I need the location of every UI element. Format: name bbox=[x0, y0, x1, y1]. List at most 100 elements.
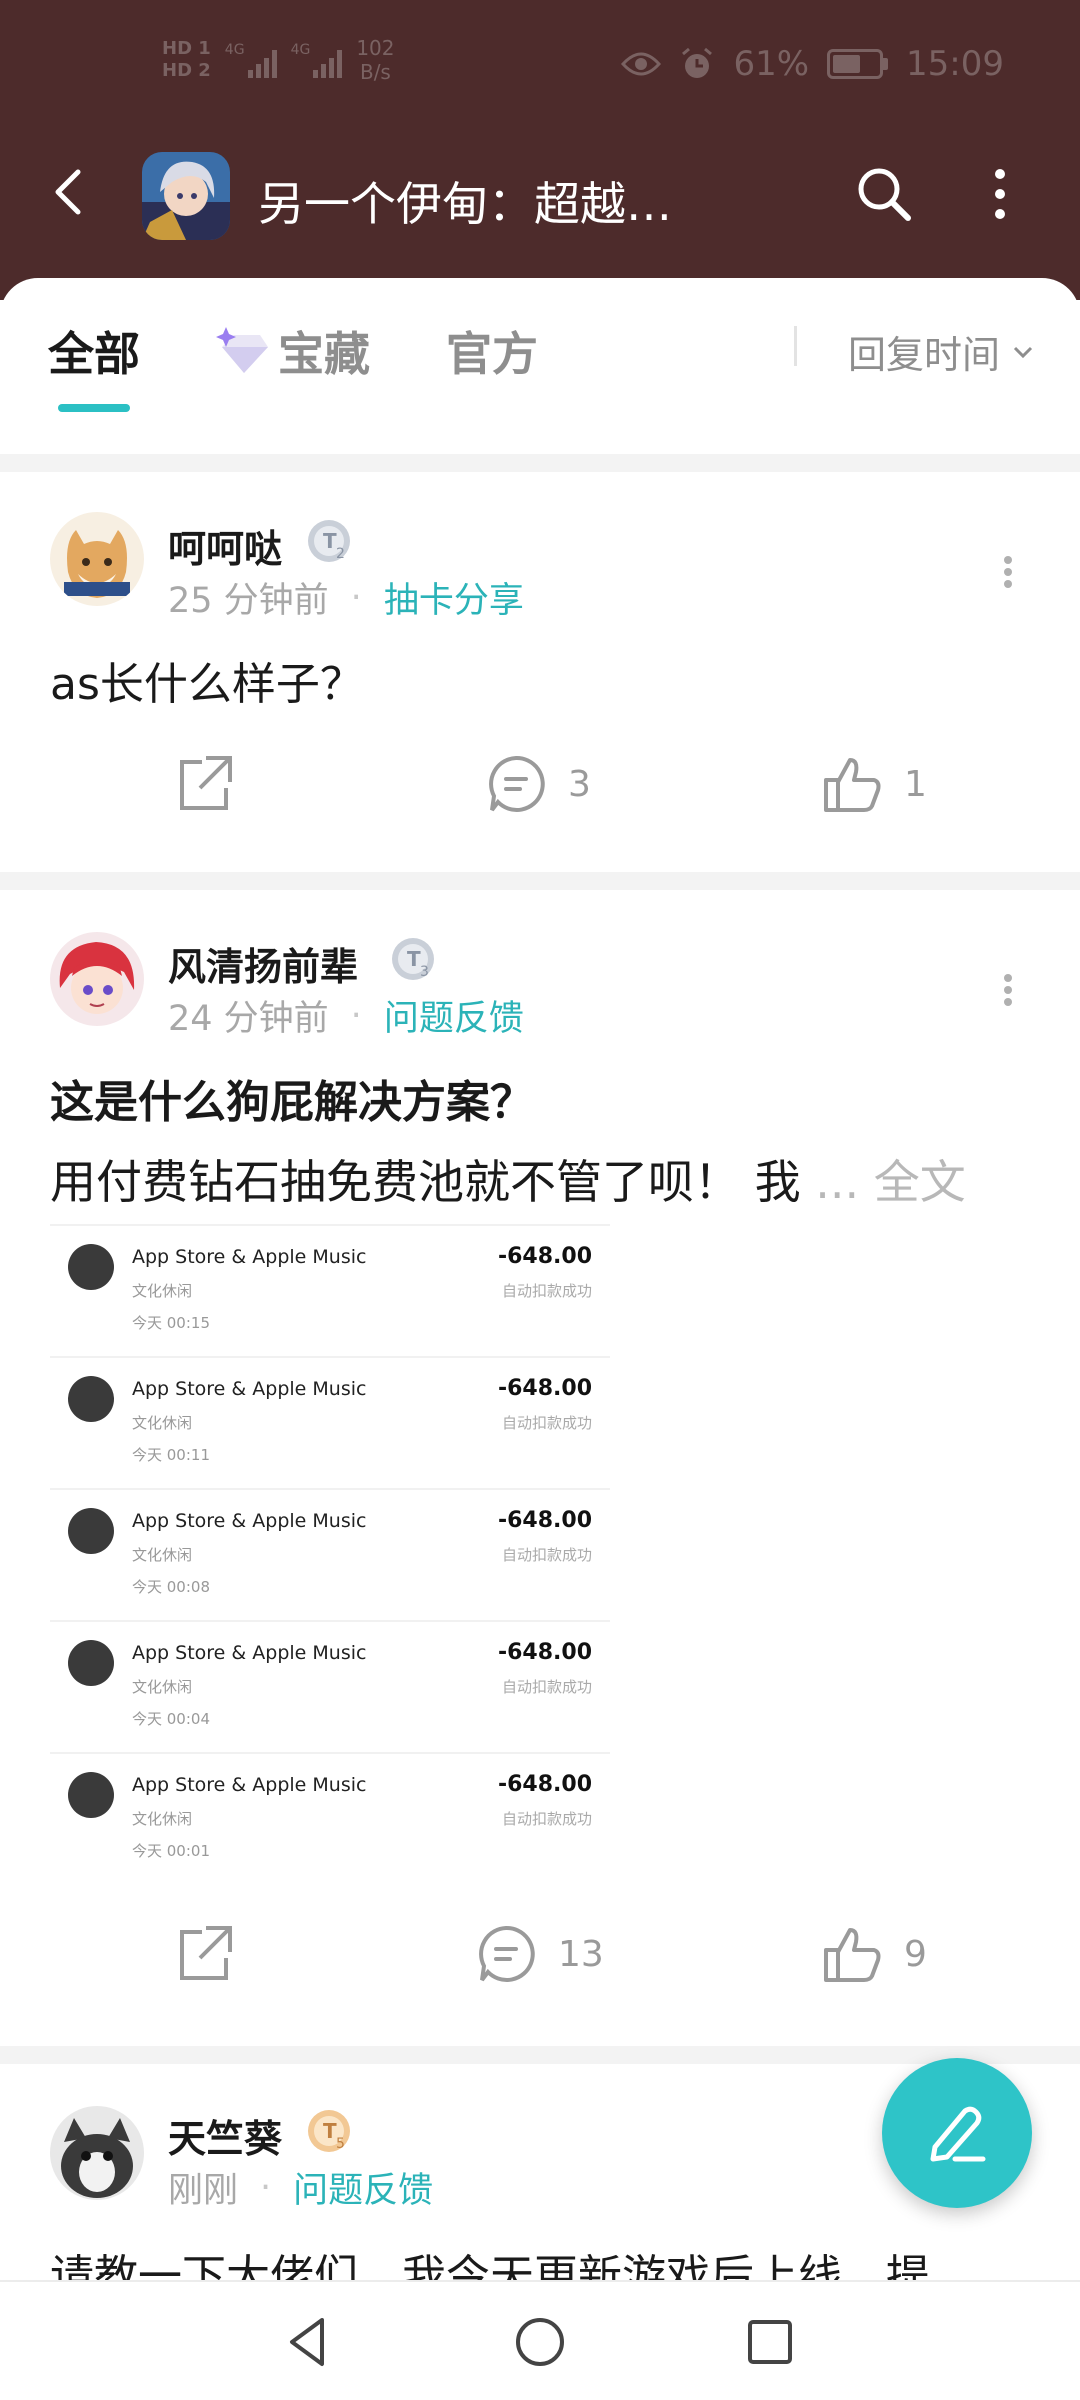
eye-icon bbox=[621, 52, 662, 76]
meta-dot: · bbox=[350, 995, 362, 1036]
post-meta: 25 分钟前 · 抽卡分享 bbox=[168, 572, 524, 623]
read-more-link[interactable]: ... 全文 bbox=[815, 1155, 966, 1209]
post-menu-icon[interactable] bbox=[996, 542, 1020, 602]
receipt-status: 自动扣款成功 bbox=[501, 1546, 592, 1564]
sort-dropdown[interactable]: 回复时间 bbox=[848, 324, 1034, 379]
receipt-merchant: App Store & Apple Music bbox=[132, 1510, 367, 1532]
nav-recents-icon[interactable] bbox=[740, 2312, 800, 2372]
receipt-status: 自动扣款成功 bbox=[501, 1414, 592, 1432]
speed-unit: B/s bbox=[359, 60, 391, 84]
tab-separator bbox=[794, 326, 797, 366]
username[interactable]: 呵呵哒 bbox=[168, 518, 282, 573]
post-image[interactable]: App Store & Apple Music 文化休闲 今天 00:15 -6… bbox=[50, 1224, 610, 1884]
receipt-amount: -648.00 bbox=[497, 1244, 592, 1269]
level-number: 2 bbox=[336, 546, 345, 562]
tab-all[interactable]: 全部 bbox=[48, 318, 140, 384]
receipt-amount: -648.00 bbox=[497, 1376, 592, 1401]
receipt-row: App Store & Apple Music 文化休闲 今天 00:11 -6… bbox=[50, 1356, 610, 1488]
post-actions: 13 9 bbox=[0, 1922, 1080, 2002]
meta-dot: · bbox=[260, 2167, 272, 2208]
username[interactable]: 风清扬前辈 bbox=[168, 936, 358, 991]
system-nav-bar bbox=[0, 2280, 1080, 2400]
tab-official[interactable]: 官方 bbox=[446, 318, 538, 384]
receipt-time: 今天 00:08 bbox=[132, 1578, 210, 1596]
post-category[interactable]: 问题反馈 bbox=[293, 2162, 433, 2213]
status-left: HD 1 HD 2 4G 4G 102 B/s bbox=[162, 36, 395, 84]
post-text: 请教一下大佬们，我今天更新游戏后上线，提 bbox=[50, 2251, 930, 2280]
post-title: 这是什么狗屁解决方案？ bbox=[50, 1077, 534, 1128]
svg-text:T: T bbox=[323, 2119, 337, 2143]
comment-button[interactable]: 13 bbox=[474, 1922, 604, 1986]
speed-value: 102 bbox=[356, 36, 395, 60]
avatar[interactable] bbox=[50, 512, 144, 606]
alarm-icon bbox=[682, 47, 713, 78]
nav-home-icon[interactable] bbox=[510, 2312, 570, 2372]
level-number: 5 bbox=[336, 2136, 345, 2152]
share-button[interactable] bbox=[172, 1922, 236, 1986]
section-divider bbox=[0, 872, 1080, 890]
svg-text:T: T bbox=[407, 947, 421, 971]
comment-count: 13 bbox=[558, 1933, 604, 1975]
share-button[interactable] bbox=[172, 752, 236, 816]
receipt-category: 文化休闲 bbox=[132, 1282, 193, 1300]
nav-back-icon[interactable] bbox=[278, 2312, 338, 2372]
title-bar: 另一个伊甸：超越… bbox=[0, 140, 1080, 250]
apple-logo-icon bbox=[68, 1640, 114, 1686]
username[interactable]: 天竺葵 bbox=[168, 2108, 282, 2163]
status-bar: HD 1 HD 2 4G 4G 102 B/s 61% 15:09 bbox=[0, 0, 1080, 140]
sort-label: 回复时间 bbox=[848, 333, 1001, 377]
receipt-merchant: App Store & Apple Music bbox=[132, 1246, 367, 1268]
battery-percent: 61% bbox=[733, 44, 810, 84]
post-meta: 24 分钟前 · 问题反馈 bbox=[168, 990, 524, 1041]
post-menu-icon[interactable] bbox=[996, 960, 1020, 1020]
like-button[interactable]: 1 bbox=[820, 752, 927, 816]
chevron-down-icon bbox=[1013, 346, 1033, 358]
receipt-category: 文化休闲 bbox=[132, 1810, 193, 1828]
tab-treasure-label: 宝藏 bbox=[278, 327, 370, 381]
post-category[interactable]: 问题反馈 bbox=[384, 990, 524, 1041]
more-vertical-icon[interactable] bbox=[976, 162, 1024, 226]
receipt-category: 文化休闲 bbox=[132, 1414, 193, 1432]
tab-treasure[interactable]: 宝藏 bbox=[216, 318, 370, 384]
tab-indicator bbox=[58, 404, 130, 412]
avatar[interactable] bbox=[50, 2106, 144, 2200]
post-time: 25 分钟前 bbox=[168, 581, 329, 621]
post-category[interactable]: 抽卡分享 bbox=[384, 572, 524, 623]
post-meta: 刚刚 · 问题反馈 bbox=[168, 2162, 433, 2213]
app-header: HD 1 HD 2 4G 4G 102 B/s 61% 15:09 另一个伊甸：… bbox=[0, 0, 1080, 300]
receipt-row: App Store & Apple Music 文化休闲 今天 00:15 -6… bbox=[50, 1224, 610, 1356]
thumbs-up-icon bbox=[824, 758, 881, 812]
apple-logo-icon bbox=[68, 1244, 114, 1290]
chevron-left-icon[interactable] bbox=[40, 162, 100, 222]
section-divider bbox=[0, 454, 1080, 472]
pen-icon bbox=[930, 2106, 986, 2162]
receipt-amount: -648.00 bbox=[497, 1508, 592, 1533]
receipt-time: 今天 00:04 bbox=[132, 1710, 210, 1728]
receipt-category: 文化休闲 bbox=[132, 1546, 193, 1564]
search-icon[interactable] bbox=[852, 162, 916, 226]
level-badge-icon: T 2 bbox=[308, 520, 350, 562]
receipt-amount: -648.00 bbox=[497, 1640, 592, 1665]
post-body-text: 用付费钻石抽免费池就不管了呗！ 我 bbox=[50, 1155, 801, 1209]
compose-button[interactable] bbox=[882, 2058, 1032, 2208]
hd-badges: HD 1 HD 2 bbox=[162, 38, 211, 82]
comment-icon bbox=[479, 1925, 535, 1982]
like-count: 1 bbox=[904, 763, 927, 805]
net1-label: 4G bbox=[224, 42, 245, 58]
post-time: 刚刚 bbox=[168, 2171, 239, 2211]
apple-logo-icon bbox=[68, 1772, 114, 1818]
section-divider bbox=[0, 2046, 1080, 2064]
game-icon[interactable] bbox=[142, 152, 230, 240]
net2-label: 4G bbox=[290, 42, 311, 58]
avatar[interactable] bbox=[50, 932, 144, 1026]
receipt-time: 今天 00:11 bbox=[132, 1446, 210, 1464]
post-text: as长什么样子？ bbox=[50, 659, 364, 710]
hd2-badge: HD 2 bbox=[162, 60, 211, 81]
post-card[interactable]: 呵呵哒 T 2 25 分钟前 · 抽卡分享 as长什么样子？ 3 1 bbox=[0, 472, 1080, 872]
receipt-status: 自动扣款成功 bbox=[501, 1282, 592, 1300]
clock: 15:09 bbox=[906, 44, 1004, 84]
like-button[interactable]: 9 bbox=[820, 1922, 927, 1986]
comment-button[interactable]: 3 bbox=[484, 752, 591, 816]
receipt-merchant: App Store & Apple Music bbox=[132, 1774, 367, 1796]
comment-count: 3 bbox=[568, 763, 591, 805]
